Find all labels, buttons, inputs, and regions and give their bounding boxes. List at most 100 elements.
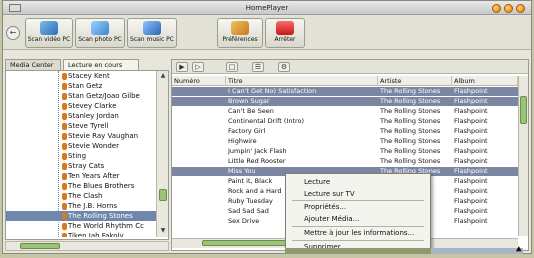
table-cell-artist: The Rolling Stones xyxy=(380,137,441,145)
table-cell-title: Brown Sugar xyxy=(228,97,270,105)
minimize-button[interactable] xyxy=(492,4,501,13)
scroll-down-icon[interactable]: ▼ xyxy=(159,227,167,235)
settings-icon[interactable]: ⚙ xyxy=(278,62,290,72)
artist-tree-list: Stacey Kent Stan Getz Stan Getz/Joao Gilbe… xyxy=(6,71,156,237)
table-cell-title: Factory Girl xyxy=(228,127,266,135)
table-cell-album: Flashpoint xyxy=(454,117,488,125)
tree-item-artist[interactable]: Tiken Jah Fakoly xyxy=(6,231,156,237)
preferences-label: Préférences xyxy=(222,36,258,43)
context-menu-item[interactable]: Propriétés... xyxy=(286,202,430,212)
artist-icon xyxy=(62,163,67,170)
table-cell-album: Flashpoint xyxy=(454,87,488,95)
tree-item-artist[interactable]: The Clash xyxy=(6,191,156,201)
view-tabs: Media Center Lecture en cours xyxy=(3,59,163,70)
artist-icon xyxy=(62,133,67,140)
stop-button[interactable]: Arrêter xyxy=(265,18,305,48)
tree-item-label: Stanley Jordan xyxy=(68,112,119,120)
table-cell-title: Highwire xyxy=(228,137,257,145)
tree-item-artist[interactable]: The J.B. Horns xyxy=(6,201,156,211)
close-button[interactable] xyxy=(516,4,525,13)
tree-item-artist[interactable]: Ten Years After xyxy=(6,171,156,181)
artist-icon xyxy=(62,183,67,190)
table-cell-album: Flashpoint xyxy=(454,97,488,105)
tree-item-artist[interactable]: Stanley Jordan xyxy=(6,111,156,121)
tree-item-artist[interactable]: Stan Getz xyxy=(6,81,156,91)
table-cell-artist: The Rolling Stones xyxy=(380,87,441,95)
tree-item-artist[interactable]: Stevey Clarke xyxy=(6,101,156,111)
table-cell-artist: The Rolling Stones xyxy=(380,127,441,135)
tree-item-artist[interactable]: Stray Cats xyxy=(6,161,156,171)
tree-item-label: The World Rhythm Cc xyxy=(68,222,144,230)
track-table-scroll-thumb[interactable] xyxy=(520,96,527,124)
tree-item-artist[interactable]: Stevie Ray Vaughan xyxy=(6,131,156,141)
column-header-number[interactable]: Numéro xyxy=(172,76,226,86)
table-cell-album: Flashpoint xyxy=(454,107,488,115)
tree-item-artist[interactable]: Stevie Wonder xyxy=(6,141,156,151)
tab-media-center[interactable]: Media Center xyxy=(5,59,61,70)
artist-icon xyxy=(62,83,67,90)
table-cell-album: Flashpoint xyxy=(454,137,488,145)
status-bar-segment xyxy=(431,248,523,254)
back-arrow-icon[interactable]: ← xyxy=(6,26,20,40)
track-table-vertical-scrollbar[interactable] xyxy=(518,76,528,236)
column-header-title[interactable]: Titre xyxy=(226,76,378,86)
column-header-artist[interactable]: Artiste xyxy=(378,76,452,86)
stop-icon xyxy=(276,21,294,35)
main-toolbar: ← Scan vidéo PC Scan photo PC Scan music… xyxy=(3,16,531,50)
table-row[interactable]: Can't Be Seen The Rolling Stones Flashpoin… xyxy=(172,107,518,116)
tree-item-label: Stan Getz/Joao Gilbe xyxy=(68,92,140,100)
homeplayer-window: HomePlayer ← Scan vidéo PC Scan photo PC… xyxy=(2,0,532,254)
table-row[interactable]: Factory Girl The Rolling Stones Flashpoint xyxy=(172,127,518,136)
preferences-button[interactable]: Préférences xyxy=(217,18,263,48)
context-menu-item[interactable]: Lecture sur TV xyxy=(286,189,430,199)
track-list-toolbar: ▶ ▷ □ ☰ ⚙ xyxy=(172,60,528,74)
tree-item-artist[interactable]: Stacey Kent xyxy=(6,71,156,81)
context-menu-item[interactable]: Ajouter Média... xyxy=(286,214,430,224)
artist-icon xyxy=(62,173,67,180)
document-icon[interactable]: □ xyxy=(226,62,238,72)
table-row[interactable]: I Can't Get No) Satisfaction The Rolling … xyxy=(172,87,518,96)
scan-video-label: Scan vidéo PC xyxy=(27,36,71,43)
maximize-button[interactable] xyxy=(504,4,513,13)
next-track-icon[interactable]: ▷ xyxy=(192,62,204,72)
table-row[interactable]: Jumpin' Jack Flash The Rolling Stones Flas… xyxy=(172,147,518,156)
scan-music-button[interactable]: Scan music PC xyxy=(127,18,177,48)
artist-tree-horizontal-scrollbar[interactable] xyxy=(5,241,169,251)
artist-tree-hscroll-thumb[interactable] xyxy=(20,243,60,249)
table-row[interactable]: Continental Drift (Intro) The Rolling Sto… xyxy=(172,117,518,126)
context-menu-separator xyxy=(292,240,424,241)
table-row[interactable]: Brown Sugar The Rolling Stones Flashpoint xyxy=(172,97,518,106)
artist-tree-scroll-thumb[interactable] xyxy=(159,189,167,201)
tree-item-label: The Rolling Stones xyxy=(68,212,133,220)
play-icon[interactable]: ▶ xyxy=(176,62,188,72)
list-icon[interactable]: ☰ xyxy=(252,62,264,72)
artist-tree-vertical-scrollbar[interactable]: ▲ ▼ xyxy=(156,71,168,237)
table-row[interactable]: Little Red Rooster The Rolling Stones Flas… xyxy=(172,157,518,166)
title-bar: HomePlayer xyxy=(3,1,531,15)
music-scan-icon xyxy=(143,21,161,35)
tree-item-artist[interactable]: The Rolling Stones xyxy=(6,211,156,221)
tree-item-artist[interactable]: The Blues Brothers xyxy=(6,181,156,191)
scan-photo-button[interactable]: Scan photo PC xyxy=(75,18,125,48)
table-row[interactable]: Highwire The Rolling Stones Flashpoint xyxy=(172,137,518,146)
column-header-album[interactable]: Album xyxy=(452,76,518,86)
table-cell-album: Flashpoint xyxy=(454,127,488,135)
table-cell-album: Flashpoint xyxy=(454,207,488,215)
context-menu-item[interactable]: Lecture xyxy=(286,177,430,187)
window-title: HomePlayer xyxy=(245,4,289,12)
artist-icon xyxy=(62,223,67,230)
tree-item-artist[interactable]: Sting xyxy=(6,151,156,161)
context-menu-item[interactable]: Mettre à jour les informations... xyxy=(286,228,430,238)
tree-item-label: Stevey Clarke xyxy=(68,102,117,110)
tree-item-label: Stevie Wonder xyxy=(68,142,119,150)
scroll-up-icon[interactable]: ▲ xyxy=(159,72,167,80)
tree-item-artist[interactable]: The World Rhythm Cc xyxy=(6,221,156,231)
artist-icon xyxy=(62,233,67,237)
scan-video-button[interactable]: Scan vidéo PC xyxy=(25,18,73,48)
tab-lecture-en-cours[interactable]: Lecture en cours xyxy=(63,59,139,70)
tree-item-label: The Clash xyxy=(68,192,103,200)
tree-item-artist[interactable]: Steve Tyrell xyxy=(6,121,156,131)
table-cell-artist: The Rolling Stones xyxy=(380,157,441,165)
preferences-icon xyxy=(231,21,249,35)
tree-item-artist[interactable]: Stan Getz/Joao Gilbe xyxy=(6,91,156,101)
